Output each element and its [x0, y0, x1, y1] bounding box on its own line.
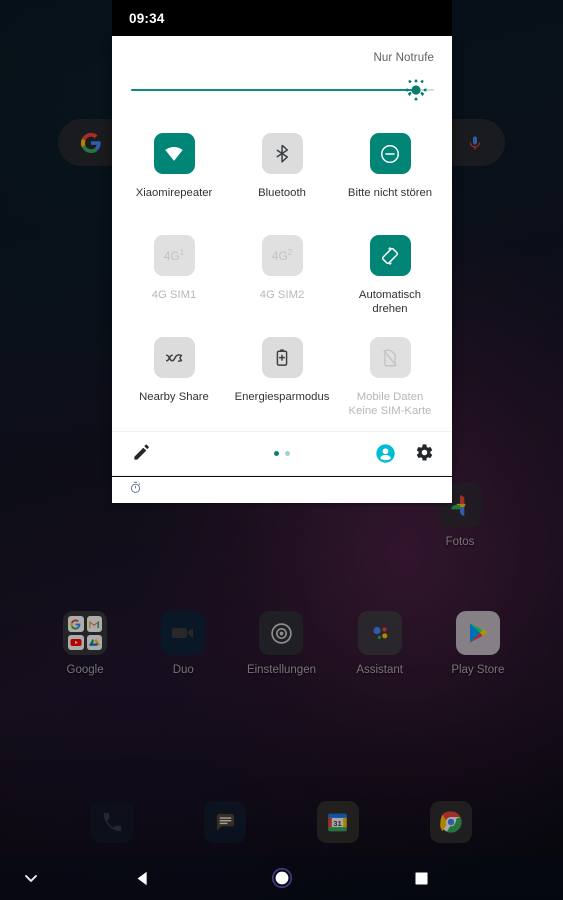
- qs-icon-sup: 2: [287, 248, 293, 257]
- qs-tile-label: 4G SIM1: [151, 289, 197, 301]
- qs-tile-label: Nearby Share: [139, 391, 209, 403]
- qs-icon-text: 4G: [163, 249, 180, 263]
- qs-tile-label: 4G SIM2: [259, 289, 305, 301]
- sun-brightness-icon[interactable]: [404, 78, 428, 102]
- qs-tile-label: Xiaomirepeater: [135, 187, 213, 199]
- qs-tile-label: Bluetooth: [258, 187, 306, 199]
- status-bar: 09:34: [112, 0, 452, 36]
- qs-tile-do-not-disturb[interactable]: Bitte nicht stören: [336, 123, 444, 225]
- qs-tile-wifi[interactable]: Xiaomirepeater: [120, 123, 228, 225]
- status-bar-clock: 09:34: [129, 10, 165, 26]
- do-not-disturb-icon: [369, 133, 411, 174]
- back-triangle-icon[interactable]: [130, 869, 156, 888]
- notification-card[interactable]: [112, 477, 452, 503]
- qs-tile-bluetooth[interactable]: Bluetooth: [228, 123, 336, 225]
- gear-icon[interactable]: [415, 443, 434, 467]
- quick-settings-tile-grid: Xiaomirepeater Bluetooth Bitte nicht stö…: [112, 107, 452, 429]
- stopwatch-timer-icon: [129, 481, 142, 499]
- qs-tile-mobile-data[interactable]: Mobile Daten Keine SIM-Karte: [336, 327, 444, 429]
- 4g-sim1-icon: 4G1: [153, 235, 195, 276]
- qs-tile-label-main: Mobile Daten: [356, 391, 424, 403]
- android-home-screen-with-quick-settings: Fotos Google Duo Einstellungen Assistant…: [0, 0, 563, 900]
- quick-settings-footer: [112, 431, 452, 476]
- qs-tile-label: Mobile Daten Keine SIM-Karte: [349, 390, 432, 418]
- quick-settings-panel: Nur Notrufe Xiaomirepeater Bluetooth Bit…: [112, 36, 452, 476]
- battery-saver-icon: [261, 337, 303, 378]
- qs-tile-nearby-share[interactable]: Nearby Share: [120, 327, 228, 429]
- auto-rotate-icon: [369, 235, 411, 276]
- nearby-share-icon: [153, 337, 195, 378]
- qs-tile-4g-sim2[interactable]: 4G2 4G SIM2: [228, 225, 336, 327]
- navigation-bar: [0, 856, 563, 900]
- pencil-edit-icon[interactable]: [132, 443, 151, 467]
- chevron-down-icon[interactable]: [18, 868, 44, 888]
- qs-tile-label: Energiesparmodus: [234, 391, 330, 403]
- bluetooth-icon: [261, 133, 303, 174]
- home-circle-icon[interactable]: [269, 867, 295, 889]
- 4g-sim2-icon: 4G2: [261, 235, 303, 276]
- qs-tile-battery-saver[interactable]: Energiesparmodus: [228, 327, 336, 429]
- page-dot-1: [274, 451, 279, 456]
- qs-tile-sublabel: Keine SIM-Karte: [348, 405, 432, 417]
- qs-tile-label: Bitte nicht stören: [347, 187, 433, 199]
- qs-tile-auto-rotate[interactable]: Automatisch drehen: [336, 225, 444, 327]
- quick-settings-page-dots[interactable]: [274, 451, 290, 456]
- user-avatar-icon[interactable]: [375, 443, 396, 469]
- qs-icon-text: 4G: [271, 249, 288, 263]
- qs-tile-4g-sim1[interactable]: 4G1 4G SIM1: [120, 225, 228, 327]
- brightness-fill: [131, 89, 416, 91]
- wifi-icon: [153, 133, 195, 174]
- brightness-slider[interactable]: [131, 73, 434, 107]
- qs-tile-label: Automatisch drehen: [358, 289, 422, 315]
- qs-icon-sup: 1: [179, 248, 185, 257]
- page-dot-2: [285, 451, 290, 456]
- recents-square-icon[interactable]: [408, 870, 434, 887]
- carrier-status-label: Nur Notrufe: [373, 52, 434, 64]
- mobile-data-off-icon: [369, 337, 411, 378]
